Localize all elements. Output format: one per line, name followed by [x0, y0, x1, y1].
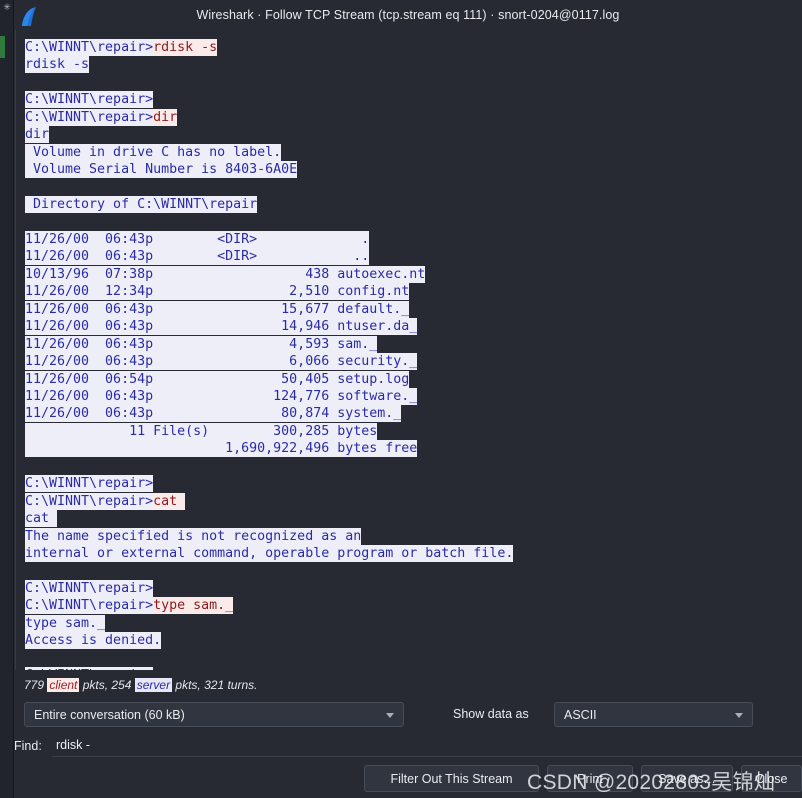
stream-text-body: C:\WINNT\repair>rdisk -s rdisk -s C:\WINN…	[25, 39, 802, 670]
stats-client-count: 779	[24, 678, 48, 692]
background-green-marker	[0, 36, 5, 58]
follow-tcp-stream-dialog: ✳ Wireshark · Follow TCP Stream (tcp.str…	[0, 0, 802, 798]
stream-server-segment: dir	[25, 126, 50, 144]
stream-blank-line	[25, 458, 802, 475]
stream-server-segment: C:\WINNT\repair>	[25, 108, 154, 126]
save-as-button[interactable]: Save as…	[641, 765, 733, 792]
stream-client-segment: cat	[153, 492, 186, 510]
stream-server-segment: C:\WINNT\repair>	[25, 579, 154, 597]
stream-server-segment: 11/26/00 06:43p <DIR> .	[25, 230, 370, 248]
stream-server-segment: Volume in drive C has no label.	[25, 143, 282, 161]
stream-blank-line	[25, 563, 802, 580]
stream-server-segment: type sam._	[25, 614, 106, 632]
stream-server-segment: 1,690,922,496 bytes free	[25, 440, 418, 458]
close-button[interactable]: Close	[741, 765, 802, 792]
dialog-titlebar: Wireshark · Follow TCP Stream (tcp.strea…	[14, 0, 802, 30]
stream-server-segment: 11/26/00 06:43p 80,874 system._	[25, 405, 402, 423]
background-app-icon: ✳	[3, 2, 11, 12]
stream-server-segment: C:\WINNT\repair>	[25, 667, 154, 670]
stream-server-segment: Access is denied.	[25, 632, 162, 650]
stream-server-segment: C:\WINNT\repair>	[25, 597, 154, 615]
stream-blank-line	[25, 179, 802, 196]
stream-server-segment: 11/26/00 06:54p 50,405 setup.log	[25, 370, 410, 388]
find-label: Find:	[14, 739, 42, 753]
stats-client-word: client	[47, 678, 80, 692]
wireshark-shark-fin-icon	[22, 7, 36, 26]
stream-stats-status: 779 client pkts, 254 server pkts, 321 tu…	[24, 678, 257, 692]
stream-server-segment: 11/26/00 06:43p 15,677 default._	[25, 300, 410, 318]
stream-blank-line	[25, 214, 802, 231]
stats-server-word: server	[134, 678, 173, 692]
stream-client-segment: dir	[153, 108, 178, 126]
stream-server-segment: C:\WINNT\repair>	[25, 475, 154, 493]
conversation-select[interactable]: Entire conversation (60 kB)	[24, 702, 404, 727]
dialog-title: Wireshark · Follow TCP Stream (tcp.strea…	[196, 8, 620, 22]
stream-content-panel[interactable]: C:\WINNT\repair>rdisk -s rdisk -s C:\WINN…	[15, 30, 802, 670]
stream-server-segment: 11/26/00 12:34p 2,510 config.nt	[25, 283, 410, 301]
stream-server-segment: 11/26/00 06:43p 6,066 security._	[25, 353, 418, 371]
show-data-as-value: ASCII	[564, 707, 597, 722]
chevron-down-icon	[735, 712, 743, 718]
stream-server-segment: rdisk -s	[25, 56, 90, 74]
print-button[interactable]: Print	[547, 765, 633, 792]
stream-server-segment: Directory of C:\WINNT\repair	[25, 196, 258, 214]
background-window-left-strip: ✳	[0, 0, 14, 798]
stream-server-segment: 11/26/00 06:43p 124,776 software._	[25, 388, 418, 406]
conversation-select-value: Entire conversation (60 kB)	[34, 707, 185, 722]
stream-server-segment: 11/26/00 06:43p 4,593 sam._	[25, 335, 378, 353]
stream-blank-line	[25, 74, 802, 91]
stream-server-segment: cat	[25, 510, 58, 528]
stream-client-segment: type sam._	[153, 597, 234, 615]
stream-server-segment: 10/13/96 07:38p 438 autoexec.nt	[25, 265, 426, 283]
filter-out-this-stream-button[interactable]: Filter Out This Stream	[364, 765, 539, 792]
stream-server-segment: C:\WINNT\repair>	[25, 39, 154, 56]
stats-middle: pkts, 254	[79, 678, 135, 692]
stream-server-segment: The name specified is not recognized as …	[25, 527, 362, 545]
stream-server-segment: 11/26/00 06:43p <DIR> ..	[25, 248, 370, 266]
stream-server-segment: C:\WINNT\repair>	[25, 492, 154, 510]
stream-server-segment: 11/26/00 06:43p 14,946 ntuser.da_	[25, 318, 418, 336]
stats-suffix: pkts, 321 turns.	[172, 678, 258, 692]
stream-blank-line	[25, 650, 802, 667]
stream-server-segment: internal or external command, operable p…	[25, 545, 514, 563]
show-data-as-label: Show data as	[453, 707, 529, 721]
chevron-down-icon	[386, 712, 394, 718]
stream-server-segment: 11 File(s) 300,285 bytes	[25, 422, 378, 440]
stream-client-segment: rdisk -s	[153, 39, 218, 56]
stream-server-segment: Volume Serial Number is 8403-6A0E	[25, 161, 298, 179]
find-input[interactable]	[52, 734, 802, 757]
show-data-as-select[interactable]: ASCII	[554, 702, 753, 727]
stream-server-segment: C:\WINNT\repair>	[25, 91, 154, 109]
